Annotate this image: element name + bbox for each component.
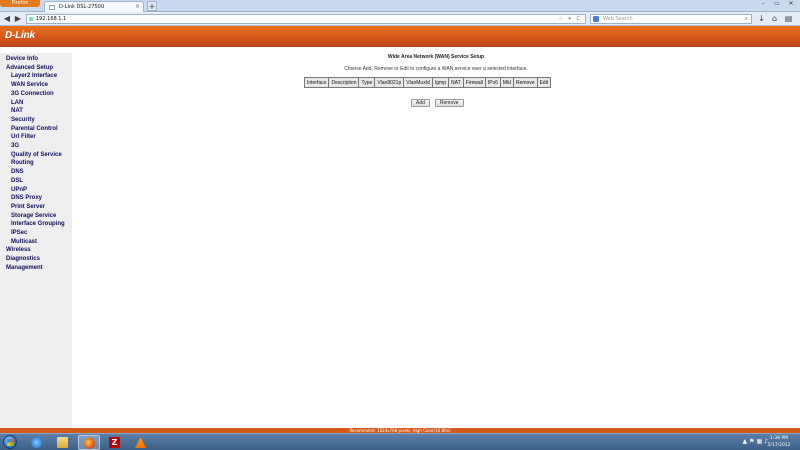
main-content: Wide Area Network (WAN) Service Setup Ch… xyxy=(72,47,800,428)
sidebar-item-upnp[interactable]: UPnP xyxy=(0,186,72,195)
dlink-logo: D-Link xyxy=(5,30,35,41)
column-header-mld: Mld xyxy=(499,77,514,88)
minimize-icon[interactable]: – xyxy=(756,0,770,8)
sidebar-item-3g-connection[interactable]: 3G Connection xyxy=(0,90,72,99)
page-icon xyxy=(49,5,55,10)
filezilla-icon[interactable]: Z xyxy=(104,435,126,450)
traffic-cone-icon xyxy=(135,437,146,448)
home-icon[interactable]: ⌂ xyxy=(769,13,780,24)
sidebar-item-advanced-setup[interactable]: Advanced Setup xyxy=(0,64,72,73)
bookmark-star-icon[interactable]: ☆ ▾ C xyxy=(558,15,582,23)
sidebar-item-nat[interactable]: NAT xyxy=(0,107,72,116)
page-title: Wide Area Network (WAN) Service Setup xyxy=(387,54,485,60)
table-header-row: Interface Description Type Vlan8021p VlanMux… xyxy=(303,77,552,88)
column-header-vlan8021p: Vlan8021p xyxy=(374,77,405,88)
search-icon[interactable]: ⌕ xyxy=(745,15,748,23)
site-icon xyxy=(29,17,33,21)
network-icon[interactable]: ▦ xyxy=(756,438,764,445)
sidebar-item-dns-proxy[interactable]: DNS Proxy xyxy=(0,194,72,203)
download-icon[interactable]: ↓ xyxy=(756,13,767,24)
sidebar-menu: Device Info Advanced Setup Layer2 Interfac… xyxy=(0,53,72,428)
search-input[interactable]: Web Search ⌕ xyxy=(590,14,752,24)
close-tab-icon[interactable]: × xyxy=(135,2,140,12)
back-icon[interactable]: ◀ xyxy=(2,14,12,24)
clock[interactable]: 1:38 PM 5/17/2012 xyxy=(764,435,794,449)
new-tab-button[interactable]: + xyxy=(147,1,157,11)
sidebar-item-management[interactable]: Management xyxy=(0,264,72,273)
clock-time: 1:38 PM xyxy=(769,436,789,441)
sidebar-item-dsl[interactable]: DSL xyxy=(0,177,72,186)
column-header-vlanmuxid: VlanMuxId xyxy=(403,77,433,88)
search-engine-icon[interactable] xyxy=(593,16,599,22)
url-text: 192.168.1.1 xyxy=(36,16,67,22)
window-controls: – ▭ ✕ xyxy=(756,0,798,8)
sidebar-item-3g[interactable]: 3G xyxy=(0,142,72,151)
sidebar-item-device-info[interactable]: Device Info xyxy=(0,55,72,64)
column-header-edit: Edit xyxy=(536,77,552,88)
remove-button[interactable]: Remove xyxy=(434,99,464,107)
dlink-header: D-Link xyxy=(0,26,800,47)
sidebar-item-diagnostics[interactable]: Diagnostics xyxy=(0,255,72,264)
sidebar-item-lan[interactable]: LAN xyxy=(0,99,72,108)
sidebar-item-routing[interactable]: Routing xyxy=(0,159,72,168)
sidebar-item-multicast[interactable]: Multicast xyxy=(0,238,72,247)
action-buttons: Add Remove xyxy=(411,99,464,107)
sidebar-item-wan-service[interactable]: WAN Service xyxy=(0,81,72,90)
browser-tab-bar: Firefox D-Link DSL-2750U × + – ▭ ✕ xyxy=(0,0,800,12)
sidebar-item-interface-grouping[interactable]: Interface Grouping xyxy=(0,220,72,229)
column-header-igmp: Igmp xyxy=(431,77,450,88)
file-explorer-icon[interactable] xyxy=(52,435,74,450)
internet-explorer-icon[interactable] xyxy=(26,435,48,450)
bookmarks-menu-icon[interactable]: ▤ xyxy=(783,13,794,24)
tab-title: D-Link DSL-2750U xyxy=(59,4,105,10)
sidebar-item-storage-service[interactable]: Storage Service xyxy=(0,212,72,221)
start-button[interactable] xyxy=(3,435,17,449)
browser-tab[interactable]: D-Link DSL-2750U × xyxy=(44,1,144,12)
folder-icon xyxy=(57,437,68,448)
taskbar: Z ▲⚑▦♪ 1:38 PM 5/17/2012 xyxy=(0,433,800,450)
page-description: Choose Add, Remove or Edit to configure … xyxy=(344,66,528,72)
forward-icon[interactable]: ▶ xyxy=(13,14,23,24)
vlc-icon[interactable] xyxy=(130,435,152,450)
firefox-logo-icon xyxy=(84,438,95,449)
maximize-icon[interactable]: ▭ xyxy=(770,0,784,8)
sidebar-item-quality-of-service[interactable]: Quality of Service xyxy=(0,151,72,160)
firefox-taskbar-icon[interactable] xyxy=(78,435,100,450)
column-header-type: Type xyxy=(358,77,376,88)
sidebar-item-layer2-interface[interactable]: Layer2 Interface xyxy=(0,72,72,81)
add-button[interactable]: Add xyxy=(411,99,430,107)
sidebar-item-ipsec[interactable]: IPSec xyxy=(0,229,72,238)
clock-date: 5/17/2012 xyxy=(767,443,791,448)
sidebar-item-wireless[interactable]: Wireless xyxy=(0,246,72,255)
ie-logo-icon xyxy=(31,437,42,448)
filezilla-logo-icon: Z xyxy=(109,437,120,448)
sidebar-item-security[interactable]: Security xyxy=(0,116,72,125)
url-bar[interactable]: 192.168.1.1 ☆ ▾ C xyxy=(26,14,586,24)
sidebar-item-parental-control[interactable]: Parental Control xyxy=(0,125,72,134)
search-placeholder: Web Search xyxy=(603,16,633,22)
firefox-menu-button[interactable]: Firefox xyxy=(0,0,40,7)
sidebar-item-dns[interactable]: DNS xyxy=(0,168,72,177)
column-header-interface: Interface xyxy=(303,77,330,88)
column-header-firewall: Firewall xyxy=(462,77,486,88)
close-window-icon[interactable]: ✕ xyxy=(784,0,798,8)
navigation-bar: ◀ ▶ 192.168.1.1 ☆ ▾ C Web Search ⌕ ↓ ⌂ ▤ xyxy=(0,12,800,26)
sidebar-item-url-filter[interactable]: Url Filter xyxy=(0,133,72,142)
column-header-ipv6: IPv6 xyxy=(484,77,501,88)
column-header-remove: Remove xyxy=(512,77,538,88)
column-header-description: Description xyxy=(328,77,360,88)
windows-logo-icon xyxy=(7,439,14,446)
wan-service-table: Interface Description Type Vlan8021p VlanMux… xyxy=(303,77,552,88)
column-header-nat: NAT xyxy=(448,77,464,88)
sidebar-item-print-server[interactable]: Print Server xyxy=(0,203,72,212)
